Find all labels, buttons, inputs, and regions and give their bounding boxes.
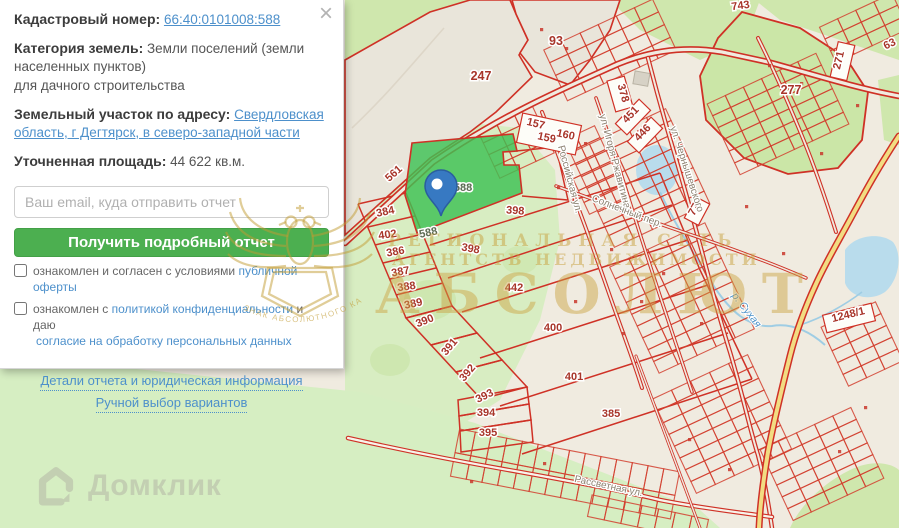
address-row: Земельный участок по адресу: Свердловска…	[14, 105, 329, 142]
privacy-checkbox[interactable]	[14, 301, 27, 315]
parcel-label: 395	[479, 427, 497, 439]
parcel-label: 388	[397, 280, 417, 294]
parcel-label: 93	[549, 34, 563, 48]
get-report-button[interactable]: Получить подробный отчет	[14, 227, 329, 257]
parcel-label: 277	[781, 83, 802, 97]
offer-checkbox[interactable]	[14, 263, 27, 277]
cadastral-number-row: Кадастровый номер: 66:40:0101008:588	[14, 10, 329, 29]
parcel-label: 398	[506, 204, 525, 217]
parcel-label: 394	[477, 407, 496, 419]
category-row: Категория земель: Земли поселений (земли…	[14, 39, 329, 95]
offer-checkbox-label: ознакомлен и согласен с условиями публич…	[33, 263, 298, 294]
parcel-label: 402	[378, 228, 398, 242]
address-label: Земельный участок по адресу:	[14, 105, 231, 122]
cadastral-viewer: 93 247 277 378 157 159 160 451 446 561 588 588 398 39…	[0, 0, 899, 528]
area-row: Уточненная площадь: 44 622 кв.м.	[14, 152, 329, 171]
offer-checkbox-row: ознакомлен и согласен с условиями публич…	[14, 263, 329, 295]
privacy-checkbox-label: ознакомлен с политикой конфиденциальност…	[33, 301, 304, 333]
personal-data-consent-link[interactable]: согласие на обработку персональных данны…	[36, 334, 292, 348]
parcel-label: 385	[602, 408, 620, 420]
category-label: Категория земель:	[14, 40, 144, 57]
parcel-label: 400	[544, 322, 562, 334]
privacy-policy-link[interactable]: политикой конфиденциальности	[112, 302, 293, 316]
area-label: Уточненная площадь:	[14, 153, 167, 170]
consent-link-row: согласие на обработку персональных данны…	[36, 333, 329, 349]
close-icon[interactable]: ×	[319, 2, 333, 26]
parcel-label: 442	[505, 282, 523, 294]
category-extra: для дачного строительства	[14, 77, 185, 93]
cadastral-number-label: Кадастровый номер:	[14, 11, 161, 27]
privacy-checkbox-row: ознакомлен с политикой конфиденциальност…	[14, 301, 329, 333]
manual-selection-link[interactable]: Ручной выбор вариантов	[95, 394, 248, 413]
parcel-label: 401	[565, 371, 583, 383]
area-value: 44 622 кв.м.	[170, 154, 246, 170]
bottom-links: Детали отчета и юридическая информация Р…	[14, 369, 329, 413]
parcel-info-panel: × Кадастровый номер: 66:40:0101008:588 К…	[0, 0, 344, 413]
parcel-label: 247	[471, 69, 492, 83]
report-details-link[interactable]: Детали отчета и юридическая информация	[40, 372, 303, 392]
email-input[interactable]	[14, 185, 329, 218]
cadastral-number-link[interactable]: 66:40:0101008:588	[164, 12, 280, 27]
